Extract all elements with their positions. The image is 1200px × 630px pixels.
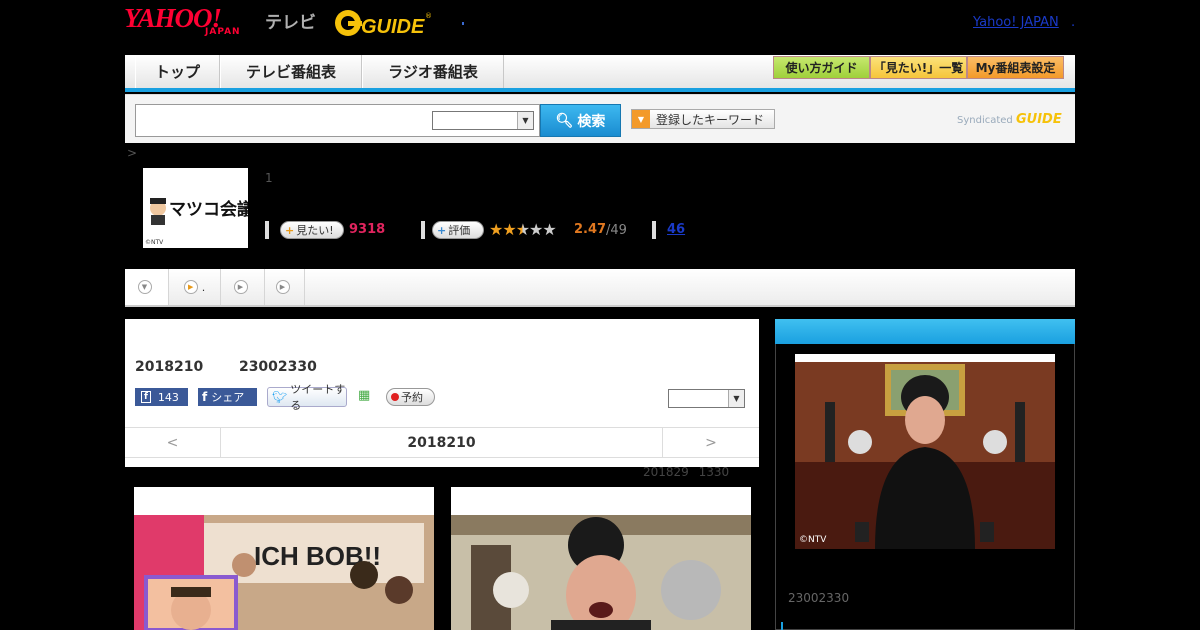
program-still-image: ©NTV xyxy=(795,362,1055,549)
facebook-icon: f xyxy=(141,391,151,403)
yahoo-japan-logo-text: JAPAN xyxy=(205,27,241,37)
play-icon: ▶ xyxy=(183,280,198,294)
facebook-like-button[interactable]: f 143 xyxy=(135,388,188,406)
rate-button[interactable]: + 評価 xyxy=(432,221,484,239)
prev-date-button[interactable]: < xyxy=(125,428,220,457)
star-icon: ★ xyxy=(529,220,543,239)
star-icon: ★ xyxy=(489,220,503,239)
current-date: 2018210 xyxy=(220,428,663,457)
wanted-label: 見たい! xyxy=(296,224,334,237)
rating-value: 2.47 xyxy=(574,222,607,237)
star-icon: ★ xyxy=(542,220,556,239)
record-reserve-button[interactable]: 予約 xyxy=(386,388,435,406)
comments-count-link[interactable]: 46 xyxy=(667,222,685,237)
record-dot-icon xyxy=(391,393,399,401)
usage-guide-button[interactable]: 使い方ガイド xyxy=(773,56,870,79)
chevron-down-icon: ▼ xyxy=(517,112,533,129)
updated-datetime: 201829 1330 xyxy=(643,465,729,479)
tab-3[interactable]: ▶ xyxy=(221,269,265,305)
chevron-down-icon: ▼ xyxy=(728,390,744,407)
tab-4[interactable]: ▶ xyxy=(265,269,305,305)
updated-time: 1330 xyxy=(698,465,730,479)
syndicated-gguide-text: GUIDE xyxy=(1015,112,1062,127)
tv-label: テレビ xyxy=(265,13,316,33)
divider xyxy=(652,221,656,239)
plus-icon: + xyxy=(285,223,295,237)
sidebar-time: 23002330 xyxy=(788,591,850,605)
twitter-bird-icon: 🐦︎ xyxy=(272,390,288,404)
facebook-share-button[interactable]: f シェア xyxy=(198,388,257,406)
wanted-button[interactable]: + 見たい! xyxy=(280,221,344,239)
facebook-like-count: 143 xyxy=(157,390,179,404)
gguide-logo[interactable]: GUIDE ® xyxy=(333,7,433,40)
broadcast-date: 2018210 xyxy=(135,359,204,375)
search-button[interactable]: 🔍︎ 検索 xyxy=(540,104,621,137)
tweet-label: ツイートする xyxy=(290,383,346,412)
updated-date: 201829 xyxy=(643,465,689,479)
rate-label: 評価 xyxy=(448,224,471,237)
record-reserve-label: 予約 xyxy=(401,391,423,404)
nav-tab-radio-schedule[interactable]: ラジオ番組表 xyxy=(362,55,504,88)
svg-text:®: ® xyxy=(425,12,432,20)
wanted-count: 9318 xyxy=(349,222,386,237)
episode-image xyxy=(451,515,751,630)
star-icon: ★ xyxy=(502,220,516,239)
episode-image: ICH BOB!! xyxy=(134,515,434,630)
syndicated-logo: Syndicated GUIDE xyxy=(957,112,1062,127)
yahoo-japan-link[interactable]: Yahoo! JAPAN xyxy=(973,15,1059,30)
rating-count: /49 xyxy=(606,223,627,238)
tab-1[interactable]: ▼ xyxy=(125,269,169,305)
episode-card[interactable]: ICH BOB!! xyxy=(134,487,434,630)
divider xyxy=(265,221,269,239)
episode-number: 1 xyxy=(265,171,273,185)
broadcast-time: 23002330 xyxy=(238,359,317,375)
broadcast-datetime: 2018210 23002330 xyxy=(135,359,317,375)
search-icon: 🔍︎ xyxy=(555,112,574,129)
search-button-label: 検索 xyxy=(577,113,606,130)
tab-2-label: . xyxy=(201,280,206,294)
rating-stars: ★★★★★ xyxy=(489,220,557,239)
program-thumbnail: マツコ会議 ©NTV xyxy=(143,168,254,248)
divider xyxy=(421,221,425,239)
sidebar-scroll-indicator xyxy=(781,622,783,630)
nav-tab-top[interactable]: トップ xyxy=(135,55,220,88)
program-logo-text: マツコ会議 xyxy=(169,199,248,220)
play-icon: ▶ xyxy=(233,280,248,294)
syndicated-label: Syndicated xyxy=(957,115,1013,126)
registered-keywords-label: 登録したキーワード xyxy=(656,112,765,127)
sidebar-header xyxy=(775,319,1075,344)
image-copyright: ©NTV xyxy=(799,535,827,545)
my-schedule-settings-button[interactable]: My番組表設定 xyxy=(967,56,1064,79)
facebook-icon: f xyxy=(202,390,208,404)
sidebar-program-image[interactable]: ©NTV xyxy=(795,354,1055,549)
tab-2[interactable]: ▶ . xyxy=(169,269,221,305)
play-icon: ▶ xyxy=(275,280,290,294)
broadcast-select[interactable]: ▼ xyxy=(668,389,745,408)
gguide-logo-text: GUIDE xyxy=(361,16,425,38)
nav-tab-tv-schedule[interactable]: テレビ番組表 xyxy=(220,55,362,88)
breadcrumb: > xyxy=(127,146,138,160)
add-calendar-icon[interactable]: ▦ xyxy=(358,388,370,403)
program-logo-image: マツコ会議 ©NTV xyxy=(145,198,254,246)
plus-icon: + xyxy=(437,223,447,237)
registered-keywords-button[interactable]: ▼ 登録したキーワード xyxy=(631,109,775,129)
header-link-dot: . xyxy=(1071,15,1076,30)
tweet-button[interactable]: 🐦︎ ツイートする xyxy=(267,383,347,412)
star-icon: ★ xyxy=(515,220,530,239)
header-dot xyxy=(462,22,464,25)
search-category-select[interactable]: ▼ xyxy=(432,111,534,130)
dropdown-arrow-icon: ▼ xyxy=(632,110,650,128)
episode-card[interactable] xyxy=(451,487,751,630)
thumb-copyright: ©NTV xyxy=(145,239,164,246)
facebook-share-label: シェア xyxy=(211,391,245,404)
gguide-logo-icon: GUIDE ® xyxy=(335,10,432,38)
next-date-button[interactable]: > xyxy=(663,428,759,457)
wanted-list-button[interactable]: 「見たい!」一覧 xyxy=(870,56,967,79)
chevron-down-icon: ▼ xyxy=(137,280,152,294)
